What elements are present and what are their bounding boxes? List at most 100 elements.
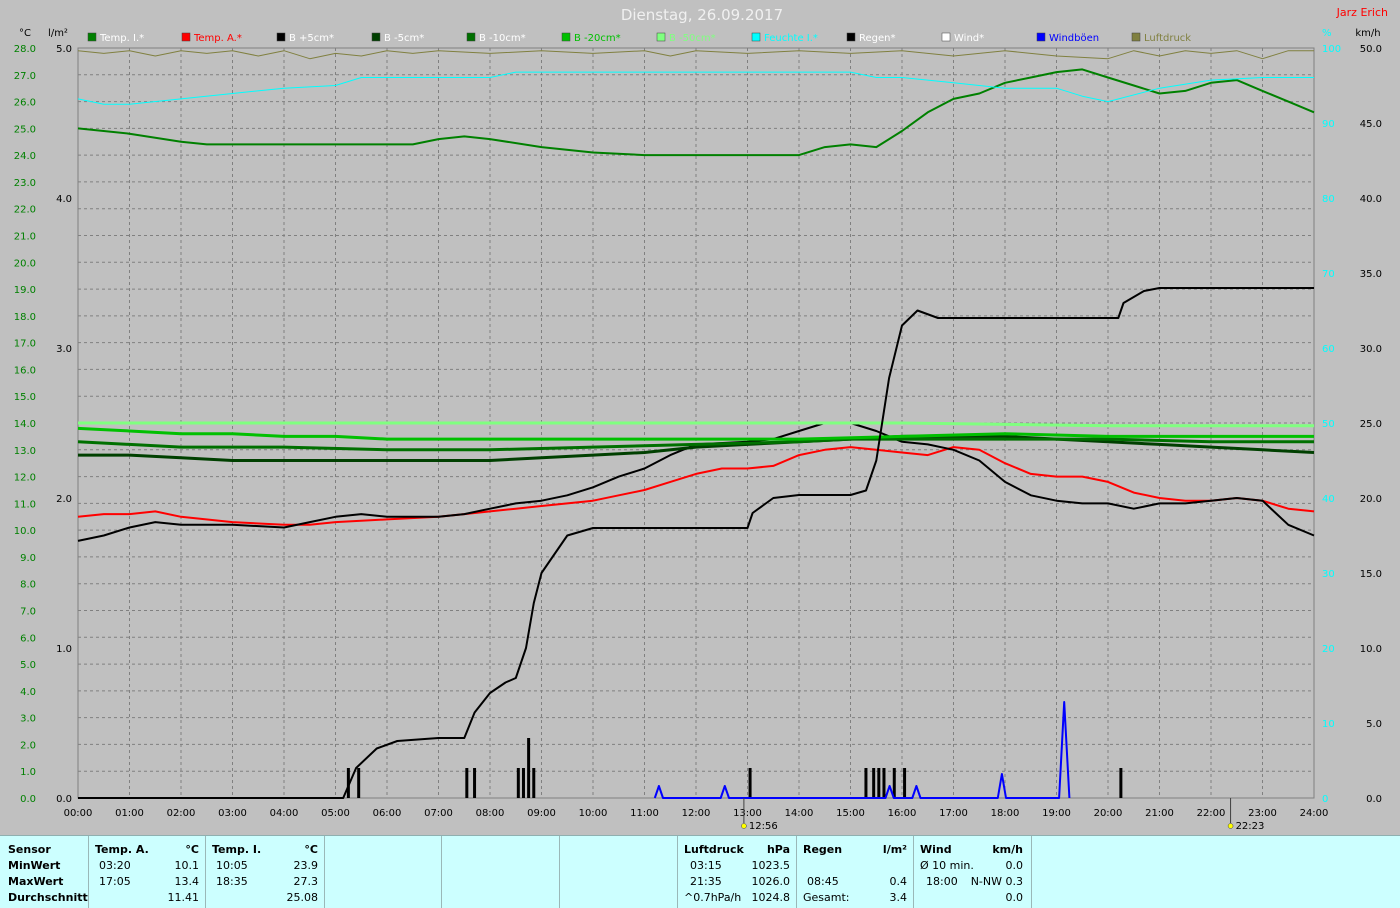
x-tick-label: 14:00 <box>785 808 814 819</box>
legend-entry: Temp. I.* <box>99 33 144 44</box>
x-tick-label: 13:00 <box>733 808 762 819</box>
sun-marker-label: 12:56 <box>749 821 778 832</box>
wind-axis-unit: km/h <box>1355 28 1380 39</box>
temp-tick-label: 1.0 <box>20 767 36 778</box>
rain-max-val: 0.4 <box>889 875 908 888</box>
x-tick-label: 19:00 <box>1042 808 1071 819</box>
wind-tick-label: 35.0 <box>1360 269 1382 280</box>
temp-a-unit: °C <box>185 843 199 856</box>
legend-swatch <box>1131 32 1141 42</box>
legend-swatch <box>181 32 191 42</box>
pressure-unit: hPa <box>766 843 790 856</box>
temp-tick-label: 22.0 <box>14 205 36 216</box>
max-label: MaxWert <box>8 875 64 888</box>
temp-tick-label: 13.0 <box>14 446 36 457</box>
temp-axis-unit: °C <box>19 28 31 39</box>
pct-tick-label: 80 <box>1322 194 1335 205</box>
legend-entry: Feuchte I.* <box>764 33 818 44</box>
temp-tick-label: 19.0 <box>14 285 36 296</box>
pct-tick-label: 70 <box>1322 269 1335 280</box>
legend-entry: B -5cm* <box>384 33 424 44</box>
x-tick-label: 01:00 <box>115 808 144 819</box>
x-tick-label: 00:00 <box>64 808 93 819</box>
temp-a-avg: 11.41 <box>167 891 200 904</box>
rain-bar <box>882 768 886 798</box>
wind-tick-label: 25.0 <box>1360 419 1382 430</box>
legend-entry: Luftdruck <box>1144 33 1191 44</box>
rain-bar <box>473 768 477 798</box>
temp-tick-label: 23.0 <box>14 178 36 189</box>
temp-tick-label: 7.0 <box>20 607 36 618</box>
temp-tick-label: 6.0 <box>20 633 36 644</box>
x-tick-label: 08:00 <box>476 808 505 819</box>
pct-tick-label: 60 <box>1322 344 1335 355</box>
temp-i-min-val: 23.9 <box>293 859 319 872</box>
temp-tick-label: 26.0 <box>14 98 36 109</box>
min-label: MinWert <box>8 859 61 872</box>
temp-tick-label: 15.0 <box>14 392 36 403</box>
col-empty-2 <box>442 836 560 908</box>
chart-title: Dienstag, 26.09.2017 <box>621 6 783 24</box>
pressure-trend: ^0.7hPa/h <box>684 891 742 904</box>
temp-tick-label: 24.0 <box>14 151 36 162</box>
legend-entry: Temp. A.* <box>193 33 242 44</box>
temp-a-max-val: 13.4 <box>174 875 200 888</box>
wind-tick-label: 15.0 <box>1360 569 1382 580</box>
pct-tick-label: 50 <box>1322 419 1335 430</box>
x-tick-label: 07:00 <box>424 808 453 819</box>
temp-tick-label: 17.0 <box>14 339 36 350</box>
legend-swatch <box>656 32 666 42</box>
rain-title: Regen <box>803 843 843 856</box>
legend: Temp. I.* Temp. A.* B +5cm* B -5cm* B -10cm*… <box>87 32 1191 44</box>
temp-a-max-time: 17:05 <box>99 875 131 888</box>
wind-tick-label: 50.0 <box>1360 44 1382 55</box>
rain-tick-label: 2.0 <box>56 494 72 505</box>
stats-table: Sensor MinWert MaxWert Durchschnitt Temp… <box>0 835 1400 908</box>
temp-tick-label: 27.0 <box>14 71 36 82</box>
legend-swatch <box>846 32 856 42</box>
rain-bar <box>516 768 520 798</box>
wind-title: Wind <box>920 843 952 856</box>
temp-i-max-time: 18:35 <box>216 875 248 888</box>
weather-chart: Dienstag, 26.09.2017 Jarz Erich Temp. I.… <box>14 6 1388 832</box>
x-tick-label: 16:00 <box>888 808 917 819</box>
legend-entry: B -50cm* <box>669 33 716 44</box>
x-tick-label: 10:00 <box>579 808 608 819</box>
col-pressure: Luftdruck hPa 03:15 1023.5 21:35 1026.0 … <box>678 836 797 908</box>
temp-tick-label: 12.0 <box>14 473 36 484</box>
x-tick-label: 15:00 <box>836 808 865 819</box>
x-tick-label: 17:00 <box>939 808 968 819</box>
temp-tick-label: 11.0 <box>14 499 36 510</box>
x-tick-label: 02:00 <box>167 808 196 819</box>
rain-tick-label: 5.0 <box>56 44 72 55</box>
col-temp-a: Temp. A. °C 03:20 10.1 17:05 13.4 11.41 <box>89 836 206 908</box>
pct-tick-label: 40 <box>1322 494 1335 505</box>
avg-label: Durchschnitt <box>8 891 88 904</box>
x-tick-label: 03:00 <box>218 808 247 819</box>
pct-tick-label: 90 <box>1322 119 1335 130</box>
wind-max-time: 18:00 <box>926 875 958 888</box>
author-label: Jarz Erich <box>1336 6 1388 19</box>
pct-tick-label: 30 <box>1322 569 1335 580</box>
wind-tick-label: 20.0 <box>1360 494 1382 505</box>
temp-i-avg: 25.08 <box>286 891 319 904</box>
temp-a-title: Temp. A. <box>95 843 149 856</box>
temp-tick-label: 5.0 <box>20 660 36 671</box>
temp-a-min-time: 03:20 <box>99 859 131 872</box>
wind-max-val: N-NW 0.3 <box>970 875 1023 888</box>
x-tick-label: 18:00 <box>991 808 1020 819</box>
wind-tick-label: 10.0 <box>1360 644 1382 655</box>
rain-total-label: Gesamt: <box>803 891 850 904</box>
col-wind: Wind km/h Ø 10 min. 0.0 18:00 N-NW 0.3 0… <box>914 836 1032 908</box>
pct-tick-label: 10 <box>1322 719 1335 730</box>
temp-tick-label: 8.0 <box>20 580 36 591</box>
rain-total: 3.4 <box>889 891 908 904</box>
rain-bar <box>748 768 752 798</box>
pct-axis-unit: % <box>1322 28 1332 39</box>
legend-swatch <box>751 32 761 42</box>
wind-tick-label: 45.0 <box>1360 119 1382 130</box>
col-empty-1 <box>325 836 442 908</box>
temp-tick-label: 28.0 <box>14 44 36 55</box>
legend-swatch <box>276 32 286 42</box>
rain-tick-label: 3.0 <box>56 344 72 355</box>
